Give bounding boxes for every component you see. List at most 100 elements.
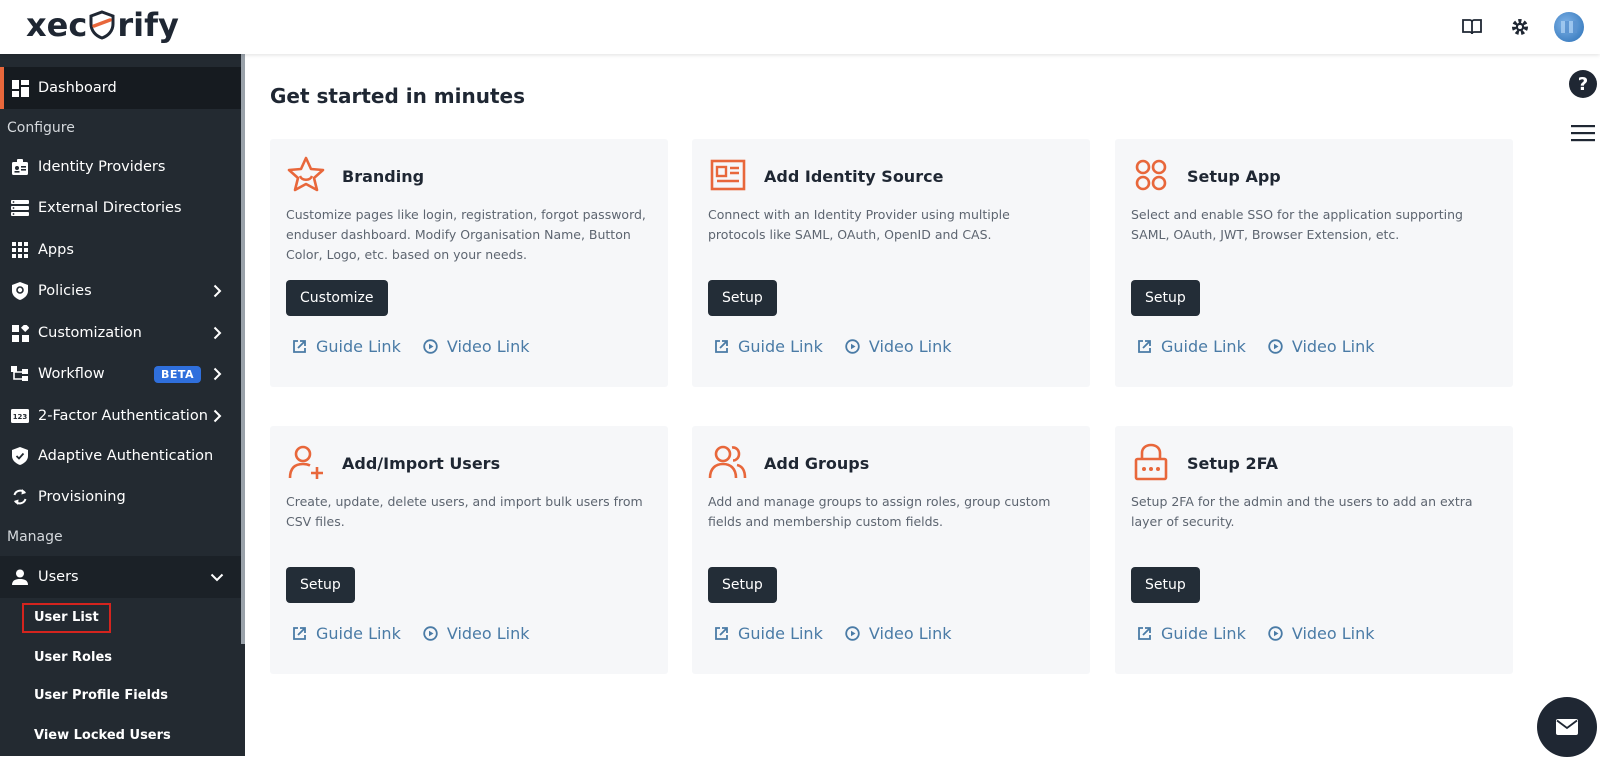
- external-link-icon: [1138, 627, 1151, 640]
- guide-link[interactable]: Guide Link: [292, 337, 401, 356]
- video-link-label: Video Link: [446, 624, 530, 643]
- numeric-pin-icon: 123: [10, 406, 30, 426]
- sidebar-item-workflow[interactable]: Workflow BETA: [0, 353, 241, 395]
- workflow-icon: [10, 364, 30, 384]
- sync-icon: [10, 487, 30, 507]
- setup-button[interactable]: Setup: [1131, 280, 1200, 316]
- card-setup-app: Setup App Select and enable SSO for the …: [1115, 139, 1513, 387]
- apps-grid-icon: [1135, 159, 1167, 191]
- sidebar: Dashboard Configure Identity Providers E…: [0, 54, 245, 756]
- video-link[interactable]: Video Link: [1268, 337, 1375, 356]
- shield-icon: [10, 281, 30, 301]
- sidebar-item-label: Identity Providers: [38, 159, 166, 175]
- chevron-right-icon: [209, 325, 225, 341]
- card-branding: Branding Customize pages like login, reg…: [270, 139, 668, 387]
- sidebar-item-label: Apps: [38, 242, 74, 258]
- video-link[interactable]: Video Link: [845, 624, 952, 643]
- sidebar-subitem-view-locked-users[interactable]: View Locked Users: [34, 728, 171, 743]
- book-icon[interactable]: [1460, 15, 1484, 39]
- card-setup-2fa: Setup 2FA Setup 2FA for the admin and th…: [1115, 426, 1513, 674]
- setup-button[interactable]: Setup: [1131, 567, 1200, 603]
- list-icon: [10, 198, 30, 218]
- sidebar-subitem-user-profile-fields[interactable]: User Profile Fields: [34, 688, 168, 703]
- video-link-label: Video Link: [868, 337, 952, 356]
- card-description: Add and manage groups to assign roles, g…: [708, 494, 1051, 529]
- sidebar-subitem-user-roles[interactable]: User Roles: [34, 650, 112, 665]
- video-link-label: Video Link: [868, 624, 952, 643]
- widgets-icon: [10, 323, 30, 343]
- play-circle-icon: [423, 339, 438, 354]
- setup-button[interactable]: Setup: [286, 567, 355, 603]
- video-link[interactable]: Video Link: [845, 337, 952, 356]
- video-link-label: Video Link: [446, 337, 530, 356]
- sidebar-item-external-directories[interactable]: External Directories: [0, 187, 241, 229]
- shield-logo-icon: [89, 10, 115, 40]
- video-link[interactable]: Video Link: [423, 624, 530, 643]
- customize-button[interactable]: Customize: [286, 280, 388, 316]
- id-card-icon: [710, 159, 746, 191]
- setup-button[interactable]: Setup: [708, 280, 777, 316]
- setup-button[interactable]: Setup: [708, 567, 777, 603]
- card-title: Add Groups: [764, 454, 870, 473]
- card-title: Setup 2FA: [1187, 454, 1279, 473]
- right-rail: ?: [1555, 54, 1600, 756]
- card-description: Connect with an Identity Provider using …: [708, 207, 1010, 242]
- dashboard-icon: [10, 78, 30, 98]
- top-bar: xec rify: [0, 0, 1600, 54]
- lock-icon: [1134, 443, 1168, 481]
- play-circle-icon: [845, 626, 860, 641]
- play-circle-icon: [1268, 339, 1283, 354]
- external-link-icon: [715, 627, 728, 640]
- chat-button[interactable]: [1537, 697, 1597, 757]
- sidebar-item-users[interactable]: Users: [0, 556, 241, 598]
- page-title: Get started in minutes: [270, 84, 525, 108]
- help-button[interactable]: ?: [1569, 70, 1597, 98]
- guide-link-label: Guide Link: [316, 337, 401, 356]
- beta-badge: BETA: [153, 365, 201, 383]
- user-icon: [10, 567, 30, 587]
- guide-link[interactable]: Guide Link: [1137, 624, 1246, 643]
- sidebar-item-2fa[interactable]: 123 2-Factor Authentication: [0, 395, 241, 437]
- main-content: Get started in minutes Branding Customiz…: [245, 54, 1555, 756]
- guide-link-label: Guide Link: [316, 624, 401, 643]
- mail-icon: [1556, 719, 1578, 735]
- sidebar-item-apps[interactable]: Apps: [0, 229, 241, 271]
- guide-link[interactable]: Guide Link: [714, 624, 823, 643]
- video-link[interactable]: Video Link: [1268, 624, 1375, 643]
- guide-link[interactable]: Guide Link: [1137, 337, 1246, 356]
- chevron-right-icon: [209, 283, 225, 299]
- manage-section-label: Manage: [7, 529, 63, 545]
- sidebar-item-label: Customization: [38, 325, 142, 341]
- sidebar-item-adaptive-authentication[interactable]: Adaptive Authentication: [0, 435, 241, 477]
- shield-check-icon: [10, 446, 30, 466]
- card-title: Add Identity Source: [764, 167, 944, 186]
- card-description: Customize pages like login, registration…: [286, 207, 646, 262]
- avatar[interactable]: [1554, 12, 1584, 42]
- video-link[interactable]: Video Link: [423, 337, 530, 356]
- chevron-down-icon: [209, 569, 225, 585]
- play-circle-icon: [423, 626, 438, 641]
- sidebar-item-dashboard[interactable]: Dashboard: [0, 67, 241, 109]
- sidebar-item-label: Provisioning: [38, 489, 126, 505]
- sidebar-item-provisioning[interactable]: Provisioning: [0, 476, 241, 518]
- card-add-identity-source: Add Identity Source Connect with an Iden…: [692, 139, 1090, 387]
- sidebar-item-label: Workflow: [38, 366, 105, 382]
- sidebar-item-customization[interactable]: Customization: [0, 312, 241, 354]
- sidebar-item-label: Policies: [38, 283, 92, 299]
- hamburger-menu-icon[interactable]: [1571, 124, 1595, 142]
- card-description: Select and enable SSO for the applicatio…: [1131, 207, 1463, 242]
- external-link-icon: [293, 340, 306, 353]
- guide-link[interactable]: Guide Link: [292, 624, 401, 643]
- sidebar-item-policies[interactable]: Policies: [0, 270, 241, 312]
- chevron-right-icon: [209, 408, 225, 424]
- guide-link[interactable]: Guide Link: [714, 337, 823, 356]
- logo[interactable]: xec rify: [26, 6, 179, 44]
- gear-icon[interactable]: [1508, 15, 1532, 39]
- configure-section-label: Configure: [7, 120, 75, 136]
- video-link-label: Video Link: [1291, 337, 1375, 356]
- sidebar-item-identity-providers[interactable]: Identity Providers: [0, 146, 241, 188]
- sidebar-subitem-user-list[interactable]: User List: [22, 603, 111, 633]
- card-title: Branding: [342, 167, 425, 186]
- sidebar-item-label: 2-Factor Authentication: [38, 408, 208, 424]
- logo-text-left: xec: [26, 6, 88, 44]
